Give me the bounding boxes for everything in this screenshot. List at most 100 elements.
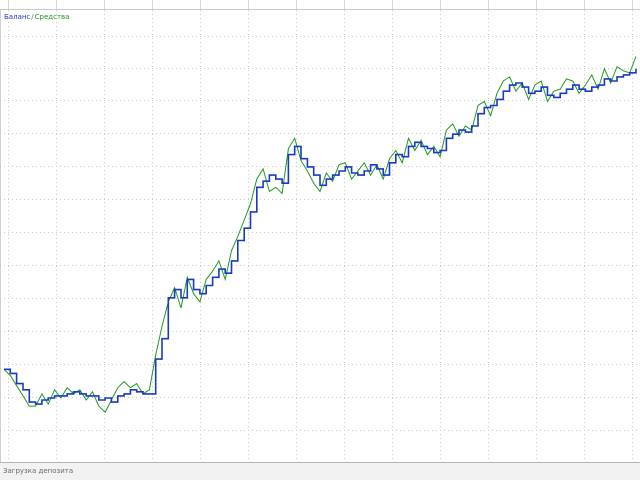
equity-point: [440, 156, 441, 157]
balance-point: [16, 383, 17, 384]
balance-point: [187, 279, 188, 280]
equity-point: [231, 250, 232, 251]
chart-legend: Баланс/Средства: [4, 13, 69, 21]
equity-point: [610, 82, 611, 83]
balance-point: [579, 89, 580, 90]
equity-point: [585, 85, 586, 86]
balance-point: [218, 269, 219, 270]
balance-point: [92, 395, 93, 396]
balance-point: [585, 91, 586, 92]
balance-point: [3, 369, 4, 370]
balance-point: [319, 185, 320, 186]
equity-point: [282, 193, 283, 194]
balance-point: [376, 168, 377, 169]
balance-point: [313, 175, 314, 176]
balance-point: [408, 146, 409, 147]
balance-point: [598, 85, 599, 86]
equity-point: [408, 138, 409, 139]
equity-point: [579, 93, 580, 94]
equity-point: [16, 385, 17, 386]
equity-point: [345, 162, 346, 163]
equity-point: [294, 138, 295, 139]
equity-point: [572, 80, 573, 81]
balance-point: [484, 107, 485, 108]
balance-point: [465, 132, 466, 133]
equity-point: [351, 179, 352, 180]
equity-point: [452, 123, 453, 124]
equity-point: [534, 85, 535, 86]
status-bar: Загрузка депозита: [0, 462, 640, 480]
equity-point: [496, 93, 497, 94]
equity-point: [60, 397, 61, 398]
equity-point: [193, 293, 194, 294]
balance-point: [282, 183, 283, 184]
balance-point: [237, 240, 238, 241]
balance-point: [402, 156, 403, 157]
balance-point: [199, 293, 200, 294]
equity-point: [433, 146, 434, 147]
balance-point: [490, 105, 491, 106]
equity-point: [395, 150, 396, 151]
balance-point: [35, 404, 36, 405]
balance-point: [427, 148, 428, 149]
balance-point: [357, 175, 358, 176]
equity-point: [383, 179, 384, 180]
balance-point: [10, 373, 11, 374]
balance-point: [604, 78, 605, 79]
equity-point: [92, 391, 93, 392]
balance-point: [345, 166, 346, 167]
equity-point: [566, 78, 567, 79]
equity-point: [364, 162, 365, 163]
balance-point: [566, 89, 567, 90]
equity-point: [484, 101, 485, 102]
equity-point: [237, 236, 238, 237]
equity-point: [515, 91, 516, 92]
equity-point: [136, 383, 137, 384]
equity-point: [402, 162, 403, 163]
series-line-balance: [4, 68, 637, 405]
balance-point: [149, 393, 150, 394]
balance-point: [616, 76, 617, 77]
balance-point: [440, 150, 441, 151]
equity-point: [187, 277, 188, 278]
equity-point: [174, 287, 175, 288]
equity-point: [635, 56, 636, 57]
balance-point: [332, 175, 333, 176]
balance-equity-chart: [0, 10, 640, 462]
balance-point: [421, 146, 422, 147]
balance-point: [288, 154, 289, 155]
equity-point: [263, 168, 264, 169]
equity-point: [22, 395, 23, 396]
series-line-equity: [3, 56, 637, 414]
equity-point: [35, 406, 36, 407]
balance-point: [458, 130, 459, 131]
equity-point: [465, 125, 466, 126]
balance-point: [180, 297, 181, 298]
legend-balance-label: Баланс: [4, 13, 31, 21]
equity-point: [180, 307, 181, 308]
equity-point: [269, 191, 270, 192]
balance-point: [168, 297, 169, 298]
balance-point: [395, 154, 396, 155]
balance-point: [117, 395, 118, 396]
balance-point: [364, 170, 365, 171]
balance-point: [155, 359, 156, 360]
equity-point: [155, 354, 156, 355]
equity-point: [244, 219, 245, 220]
balance-point: [528, 93, 529, 94]
equity-point: [414, 150, 415, 151]
balance-point: [250, 211, 251, 212]
equity-point: [225, 279, 226, 280]
balance-point: [111, 402, 112, 403]
balance-point: [225, 273, 226, 274]
balance-point: [471, 125, 472, 126]
balance-point: [383, 175, 384, 176]
balance-point: [212, 277, 213, 278]
balance-point: [370, 164, 371, 165]
balance-point: [477, 113, 478, 114]
balance-point: [572, 85, 573, 86]
balance-point: [256, 187, 257, 188]
legend-separator: /: [31, 13, 34, 21]
balance-point: [389, 162, 390, 163]
equity-point: [124, 381, 125, 382]
